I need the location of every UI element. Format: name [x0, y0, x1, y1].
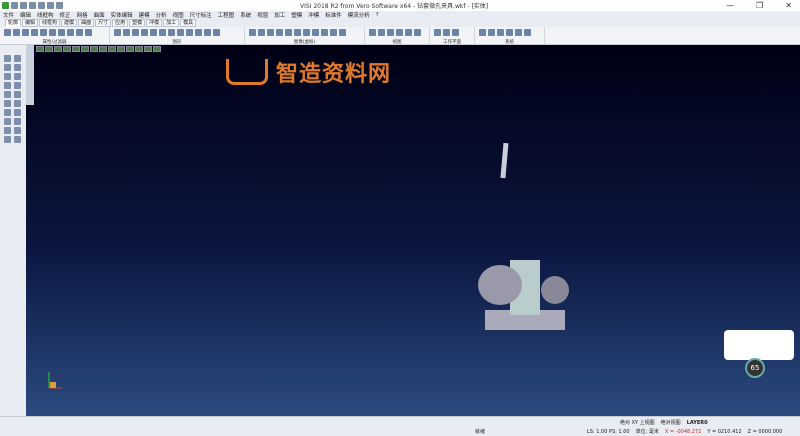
- tool-icon[interactable]: [14, 118, 21, 125]
- maximize-button[interactable]: ❐: [756, 1, 763, 10]
- tool-icon[interactable]: [4, 73, 11, 80]
- group-graphics: 图形: [110, 27, 245, 45]
- pin-part: [500, 142, 509, 179]
- redo-icon[interactable]: [56, 2, 63, 9]
- undo-icon[interactable]: [47, 2, 54, 9]
- tab-item[interactable]: 尺寸: [95, 19, 112, 27]
- tool-icon[interactable]: [4, 91, 11, 98]
- tool-icon[interactable]: [14, 109, 21, 116]
- ribbon: 属性/过滤器 图形 图像(虚拟) 视图 工作平面 系统: [0, 27, 800, 45]
- status-bar: 绝对 XY 上视图 绝对视图 LAYER0 就绪 LS: 1.00 PS: 1.…: [0, 416, 800, 436]
- menu-item[interactable]: 系统: [240, 11, 251, 19]
- close-button[interactable]: ✕: [785, 1, 792, 10]
- title-bar: VISI 2018 R2 from Vero Software x64 - 钻套…: [0, 0, 800, 11]
- z-coordinate: Z = 0000.000: [747, 428, 783, 435]
- tab-item[interactable]: 塑模: [129, 19, 146, 27]
- app-icon: [2, 2, 9, 9]
- tool-icon[interactable]: [4, 118, 11, 125]
- open-icon[interactable]: [20, 2, 27, 9]
- menu-item[interactable]: 线框构: [37, 11, 54, 19]
- minimize-button[interactable]: —: [726, 1, 734, 10]
- tool-icon[interactable]: [14, 100, 21, 107]
- menu-item[interactable]: ?: [376, 12, 379, 18]
- menu-item[interactable]: 文件: [3, 11, 14, 19]
- tool-icon[interactable]: [4, 109, 11, 116]
- tool-icon[interactable]: [14, 136, 21, 143]
- viewport-top-toolbar[interactable]: [36, 46, 161, 53]
- gauge-value: 65: [750, 364, 760, 372]
- group-attributes: 属性/过滤器: [0, 27, 110, 45]
- left-toolbar: [0, 45, 26, 416]
- x-coordinate: X = -0048.272: [664, 428, 702, 435]
- menu-item[interactable]: 视窗: [257, 11, 268, 19]
- group-image: 图像(虚拟): [245, 27, 365, 45]
- tab-item[interactable]: 应用: [112, 19, 129, 27]
- tool-icon[interactable]: [4, 82, 11, 89]
- new-icon[interactable]: [11, 2, 18, 9]
- tab-item[interactable]: 加工: [163, 19, 180, 27]
- menu-item[interactable]: 工程图: [218, 11, 235, 19]
- tool-icon[interactable]: [14, 91, 21, 98]
- chuck: [478, 265, 522, 305]
- tool-icon[interactable]: [14, 64, 21, 71]
- tool-icon[interactable]: [14, 82, 21, 89]
- menu-item[interactable]: 模流分析: [348, 11, 370, 19]
- tool-icon[interactable]: [4, 100, 11, 107]
- menu-item[interactable]: 编辑: [20, 11, 31, 19]
- menu-item[interactable]: 网格: [77, 11, 88, 19]
- menu-item[interactable]: 冲模: [308, 11, 319, 19]
- menu-item[interactable]: 塑模: [291, 11, 302, 19]
- view-label[interactable]: 绝对 XY 上视图: [620, 419, 655, 426]
- tab-item[interactable]: 模具: [180, 19, 197, 27]
- menu-item[interactable]: 尺寸标注: [190, 11, 212, 19]
- menu-item[interactable]: 实体编辑: [111, 11, 133, 19]
- tab-item[interactable]: 曲面: [78, 19, 95, 27]
- tab-item[interactable]: 轮廓: [5, 19, 22, 27]
- tool-icon[interactable]: [14, 55, 21, 62]
- performance-gauge: 65: [745, 358, 765, 378]
- ribbon-tabs: 轮廓 编辑 线框构 建模 曲面 尺寸 应用 塑模 冲模 加工 模具: [5, 19, 197, 27]
- quick-access-toolbar[interactable]: [0, 2, 63, 9]
- watermark-logo: 智造资料网: [226, 56, 391, 88]
- viewport-side-toolbar[interactable]: [26, 45, 34, 105]
- menu-item[interactable]: 加工: [274, 11, 285, 19]
- tool-icon[interactable]: [14, 73, 21, 80]
- logo-mark-icon: [226, 59, 268, 85]
- menu-item[interactable]: 标准件: [325, 11, 342, 19]
- group-view: 视图: [365, 27, 430, 45]
- axis-triad-icon: [48, 372, 62, 389]
- menu-bar: 文件 编辑 线框构 修正 网格 曲面 实体编辑 建模 分析 视图 尺寸标注 工程图 系统 视窗 加工 塑模 冲模…: [0, 11, 800, 19]
- tab-item[interactable]: 线框构: [39, 19, 61, 27]
- units-readout: 单位: 毫米: [635, 429, 659, 435]
- menu-item[interactable]: 分析: [156, 11, 167, 19]
- tool-icon[interactable]: [4, 136, 11, 143]
- spindle: [541, 276, 569, 304]
- print-icon[interactable]: [38, 2, 45, 9]
- ready-status: 就绪: [475, 429, 486, 435]
- tool-icon[interactable]: [4, 55, 11, 62]
- scale-readout: LS: 1.00 PS: 1.00: [587, 428, 630, 435]
- group-workplane: 工作平面: [430, 27, 475, 45]
- 3d-viewport[interactable]: [26, 45, 800, 416]
- tool-icon[interactable]: [4, 127, 11, 134]
- cad-model: [478, 142, 569, 330]
- assistant-widget[interactable]: [724, 330, 794, 360]
- tab-item[interactable]: 编辑: [22, 19, 39, 27]
- layer-label[interactable]: LAYER0: [687, 420, 708, 426]
- window-title: VISI 2018 R2 from Vero Software x64 - 钻套…: [300, 3, 489, 10]
- save-icon[interactable]: [29, 2, 36, 9]
- tab-item[interactable]: 建模: [61, 19, 78, 27]
- menu-item[interactable]: 视图: [173, 11, 184, 19]
- tab-item[interactable]: 冲模: [146, 19, 163, 27]
- menu-item[interactable]: 曲面: [94, 11, 105, 19]
- tool-icon[interactable]: [14, 127, 21, 134]
- view2-label[interactable]: 绝对视图: [661, 419, 681, 426]
- watermark-text: 智造资料网: [276, 62, 392, 87]
- y-coordinate: Y = 0210.412: [707, 428, 742, 435]
- group-system: 系统: [475, 27, 545, 45]
- menu-item[interactable]: 建模: [139, 11, 150, 19]
- tool-icon[interactable]: [4, 64, 11, 71]
- menu-item[interactable]: 修正: [60, 11, 71, 19]
